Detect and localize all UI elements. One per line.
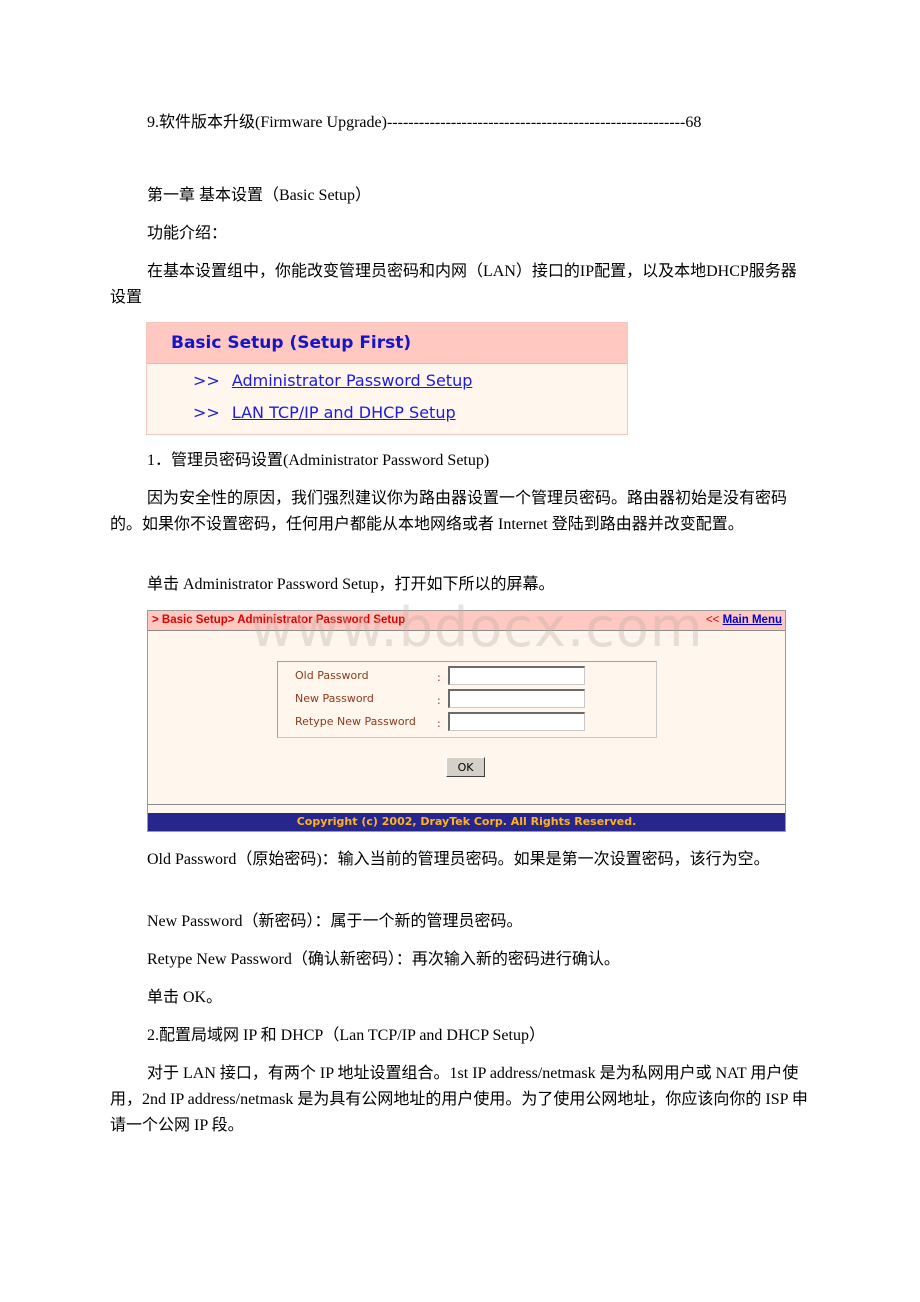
ok-button[interactable]: OK <box>446 757 485 777</box>
section1-title: 1．管理员密码设置(Administrator Password Setup) <box>147 452 490 469</box>
section2-title: 2.配置局域网 IP 和 DHCP（Lan TCP/IP and DHCP Se… <box>147 1027 545 1044</box>
menu-header: Basic Setup (Setup First) <box>147 323 627 364</box>
desc-old-password: Old Password（原始密码)：输入当前的管理员密码。如果是第一次设置密码… <box>147 851 770 868</box>
double-chevron-right-icon: >> <box>193 371 220 390</box>
section1-paragraph: 因为安全性的原因，我们强烈建议你为路由器设置一个管理员密码。路由器初始是没有密码… <box>110 490 788 533</box>
toc-entry[interactable]: 9.软件版本升级(Firmware Upgrade)--------------… <box>110 110 810 136</box>
menu-title: Basic Setup (Setup First) <box>171 333 412 353</box>
section1-instruction: 单击 Administrator Password Setup，打开如下所以的屏… <box>147 576 555 593</box>
copyright-footer: Copyright (c) 2002, DrayTek Corp. All Ri… <box>148 813 785 831</box>
basic-setup-menu: Basic Setup (Setup First) >> Administrato… <box>146 322 628 435</box>
old-password-label: Old Password <box>295 669 369 682</box>
old-password-input[interactable] <box>448 666 585 685</box>
main-menu-nav[interactable]: << Main Menu <box>706 614 782 626</box>
password-form: Old Password : New Password : Retype New… <box>277 661 657 738</box>
retype-password-input[interactable] <box>448 712 585 731</box>
intro-label: 功能介绍： <box>147 225 228 242</box>
toc-entry-label: 9.软件版本升级(Firmware Upgrade) <box>147 114 387 131</box>
lan-dhcp-setup-link[interactable]: LAN TCP/IP and DHCP Setup <box>232 403 456 422</box>
colon: : <box>437 671 441 684</box>
desc-click-ok: 单击 OK。 <box>147 989 223 1006</box>
new-password-input[interactable] <box>448 689 585 708</box>
desc-retype-password: Retype New Password（确认新密码）：再次输入新的密码进行确认。 <box>147 951 620 968</box>
section2-paragraph: 对于 LAN 接口，有两个 IP 地址设置组合。1st IP address/n… <box>110 1065 808 1134</box>
admin-password-setup-link[interactable]: Administrator Password Setup <box>232 371 473 390</box>
admin-password-window: > Basic Setup> Administrator Password Se… <box>147 610 786 832</box>
new-password-label: New Password <box>295 692 374 705</box>
breadcrumb: > Basic Setup> Administrator Password Se… <box>152 614 406 626</box>
colon: : <box>437 694 441 707</box>
window-title-bar: > Basic Setup> Administrator Password Se… <box>148 611 785 631</box>
back-arrow-icon: << <box>705 614 720 626</box>
colon: : <box>437 717 441 730</box>
menu-item-lan-dhcp[interactable]: >> LAN TCP/IP and DHCP Setup <box>193 403 456 422</box>
main-menu-link[interactable]: Main Menu <box>723 614 782 626</box>
chapter-title: 第一章 基本设置（Basic Setup） <box>147 187 371 204</box>
double-chevron-right-icon: >> <box>193 403 220 422</box>
retype-password-label: Retype New Password <box>295 715 416 728</box>
divider <box>148 804 785 805</box>
intro-paragraph: 在基本设置组中，你能改变管理员密码和内网（LAN）接口的IP配置，以及本地DHC… <box>110 263 797 306</box>
desc-new-password: New Password（新密码）：属于一个新的管理员密码。 <box>147 913 523 930</box>
toc-leader: ----------------------------------------… <box>386 114 686 131</box>
menu-item-admin-password[interactable]: >> Administrator Password Setup <box>193 371 472 390</box>
toc-page-number: 68 <box>685 114 702 131</box>
